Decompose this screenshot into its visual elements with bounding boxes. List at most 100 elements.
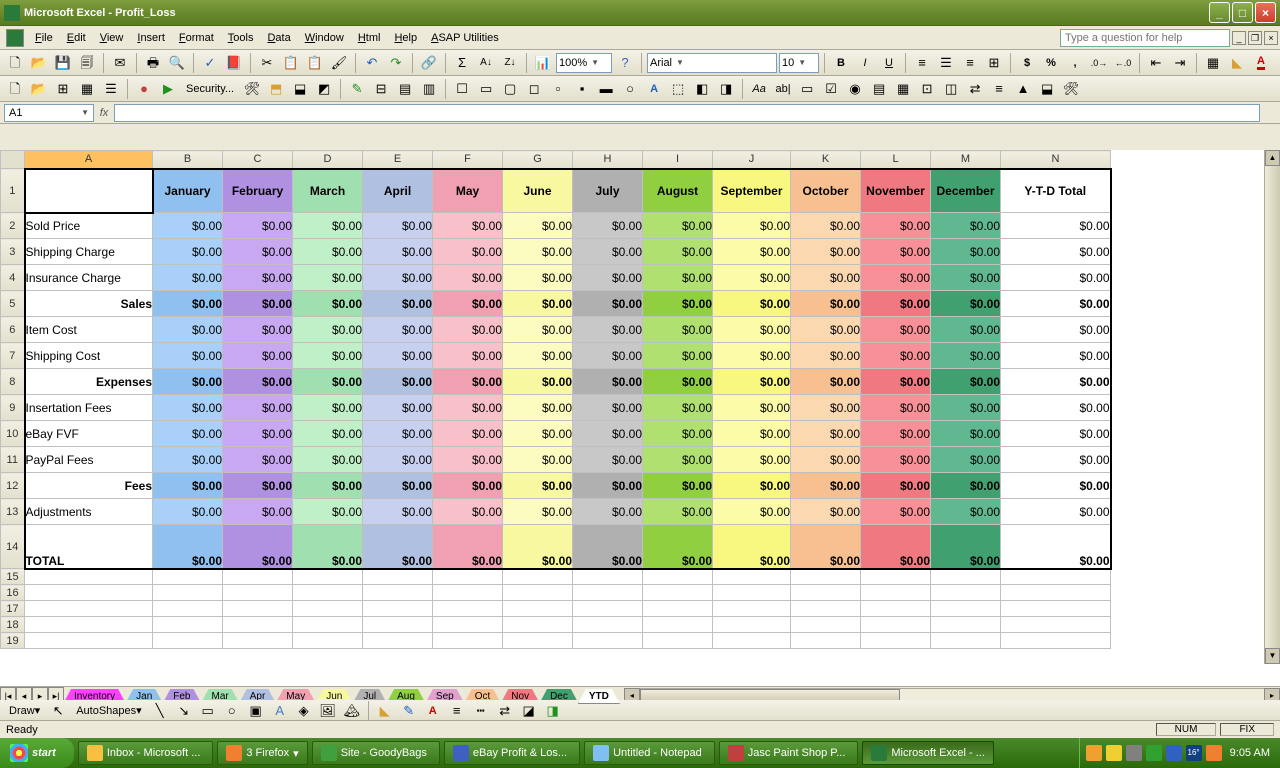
tray-icon-6[interactable] xyxy=(1206,745,1222,761)
cell-feb-2[interactable]: $0.00 xyxy=(223,213,293,239)
tb2-btn-33[interactable]: ▤ xyxy=(868,78,890,100)
col-header-L[interactable]: L xyxy=(861,151,931,169)
cell-ytd-6[interactable]: $0.00 xyxy=(1001,317,1111,343)
tb2-btn-26[interactable]: ◧ xyxy=(691,78,713,100)
label-row-11[interactable]: PayPal Fees xyxy=(25,447,153,473)
empty-cell[interactable] xyxy=(25,601,153,617)
cell-apr-8[interactable]: $0.00 xyxy=(363,369,433,395)
cell-sep-3[interactable]: $0.00 xyxy=(713,239,791,265)
row-header-16[interactable]: 16 xyxy=(1,585,25,601)
cell-may-13[interactable]: $0.00 xyxy=(433,499,503,525)
security-button[interactable]: Security... xyxy=(181,78,239,100)
empty-cell[interactable] xyxy=(293,601,363,617)
new-button[interactable]: 🗋 xyxy=(4,52,26,74)
cell-feb-5[interactable]: $0.00 xyxy=(223,291,293,317)
total-jan[interactable]: $0.00 xyxy=(153,525,223,569)
cell-aug-8[interactable]: $0.00 xyxy=(643,369,713,395)
row-header-3[interactable]: 3 xyxy=(1,239,25,265)
taskbar-button[interactable]: Site - GoodyBags xyxy=(312,741,440,765)
tb2-btn-27[interactable]: ◨ xyxy=(715,78,737,100)
cell-jul-8[interactable]: $0.00 xyxy=(573,369,643,395)
cell-ytd-4[interactable]: $0.00 xyxy=(1001,265,1111,291)
cell-jun-5[interactable]: $0.00 xyxy=(503,291,573,317)
empty-cell[interactable] xyxy=(713,633,791,649)
cell-sep-12[interactable]: $0.00 xyxy=(713,473,791,499)
cell-jul-3[interactable]: $0.00 xyxy=(573,239,643,265)
save-button[interactable]: 💾 xyxy=(52,52,74,74)
tb2-btn-23[interactable]: ○ xyxy=(619,78,641,100)
col-header-M[interactable]: M xyxy=(931,151,1001,169)
cell-sep-4[interactable]: $0.00 xyxy=(713,265,791,291)
empty-cell[interactable] xyxy=(293,633,363,649)
tray-temp-icon[interactable]: 16° xyxy=(1186,745,1202,761)
scroll-thumb[interactable] xyxy=(1265,166,1280,648)
tb2-btn-38[interactable]: ≡ xyxy=(988,78,1010,100)
line-button[interactable]: ╲ xyxy=(149,700,171,722)
cell-feb-10[interactable]: $0.00 xyxy=(223,421,293,447)
total-apr[interactable]: $0.00 xyxy=(363,525,433,569)
cell-sep-5[interactable]: $0.00 xyxy=(713,291,791,317)
cell-sep-10[interactable]: $0.00 xyxy=(713,421,791,447)
cell-may-12[interactable]: $0.00 xyxy=(433,473,503,499)
col-header-B[interactable]: B xyxy=(153,151,223,169)
cell-feb-8[interactable]: $0.00 xyxy=(223,369,293,395)
open-button[interactable]: 📂 xyxy=(28,52,50,74)
cell-oct-12[interactable]: $0.00 xyxy=(791,473,861,499)
total-jun[interactable]: $0.00 xyxy=(503,525,573,569)
tb2-btn-29[interactable]: ab| xyxy=(772,78,794,100)
cell-dec-6[interactable]: $0.00 xyxy=(931,317,1001,343)
total-may[interactable]: $0.00 xyxy=(433,525,503,569)
clipart-button[interactable]: 🖼 xyxy=(317,700,339,722)
maximize-button[interactable]: □ xyxy=(1232,2,1253,23)
cell-jun-3[interactable]: $0.00 xyxy=(503,239,573,265)
scroll-up-button[interactable]: ▲ xyxy=(1265,150,1280,166)
tb2-btn-11[interactable]: ◩ xyxy=(313,78,335,100)
col-header-E[interactable]: E xyxy=(363,151,433,169)
header-may[interactable]: May xyxy=(433,169,503,213)
cell-jan-5[interactable]: $0.00 xyxy=(153,291,223,317)
empty-cell[interactable] xyxy=(643,585,713,601)
row-header-15[interactable]: 15 xyxy=(1,569,25,585)
cell-ytd-13[interactable]: $0.00 xyxy=(1001,499,1111,525)
cell-jun-9[interactable]: $0.00 xyxy=(503,395,573,421)
fill-color-draw-button[interactable]: ◣ xyxy=(374,700,396,722)
run-macro-button[interactable]: ▶ xyxy=(157,78,179,100)
tb2-btn-15[interactable]: ▥ xyxy=(418,78,440,100)
cell-mar-5[interactable]: $0.00 xyxy=(293,291,363,317)
empty-cell[interactable] xyxy=(1001,585,1111,601)
cell-feb-11[interactable]: $0.00 xyxy=(223,447,293,473)
tb2-btn-17[interactable]: ▭ xyxy=(475,78,497,100)
label-row-3[interactable]: Shipping Charge xyxy=(25,239,153,265)
label-row-5[interactable]: Sales xyxy=(25,291,153,317)
tb2-btn-24[interactable]: A xyxy=(643,78,665,100)
cell-feb-9[interactable]: $0.00 xyxy=(223,395,293,421)
formula-input[interactable] xyxy=(114,104,1260,122)
cell-aug-12[interactable]: $0.00 xyxy=(643,473,713,499)
cell-may-5[interactable]: $0.00 xyxy=(433,291,503,317)
cell-nov-4[interactable]: $0.00 xyxy=(861,265,931,291)
align-left-button[interactable]: ≡ xyxy=(911,52,933,74)
col-header-A[interactable]: A xyxy=(25,151,153,169)
empty-cell[interactable] xyxy=(363,585,433,601)
cell-may-3[interactable]: $0.00 xyxy=(433,239,503,265)
decrease-decimal-button[interactable]: ←.0 xyxy=(1112,52,1134,74)
empty-cell[interactable] xyxy=(293,569,363,585)
taskbar-button[interactable]: eBay Profit & Los... xyxy=(444,741,580,765)
row-header-10[interactable]: 10 xyxy=(1,421,25,447)
empty-cell[interactable] xyxy=(503,569,573,585)
empty-cell[interactable] xyxy=(433,601,503,617)
cell-aug-2[interactable]: $0.00 xyxy=(643,213,713,239)
cell-apr-5[interactable]: $0.00 xyxy=(363,291,433,317)
total-oct[interactable]: $0.00 xyxy=(791,525,861,569)
minimize-button[interactable]: _ xyxy=(1209,2,1230,23)
cell-apr-9[interactable]: $0.00 xyxy=(363,395,433,421)
total-sep[interactable]: $0.00 xyxy=(713,525,791,569)
empty-cell[interactable] xyxy=(363,601,433,617)
tb2-btn-39[interactable]: ▲ xyxy=(1012,78,1034,100)
cell-mar-8[interactable]: $0.00 xyxy=(293,369,363,395)
cell-mar-2[interactable]: $0.00 xyxy=(293,213,363,239)
sort-asc-button[interactable]: A↓ xyxy=(475,52,497,74)
empty-cell[interactable] xyxy=(861,617,931,633)
cell-sep-8[interactable]: $0.00 xyxy=(713,369,791,395)
label-row-2[interactable]: Sold Price xyxy=(25,213,153,239)
